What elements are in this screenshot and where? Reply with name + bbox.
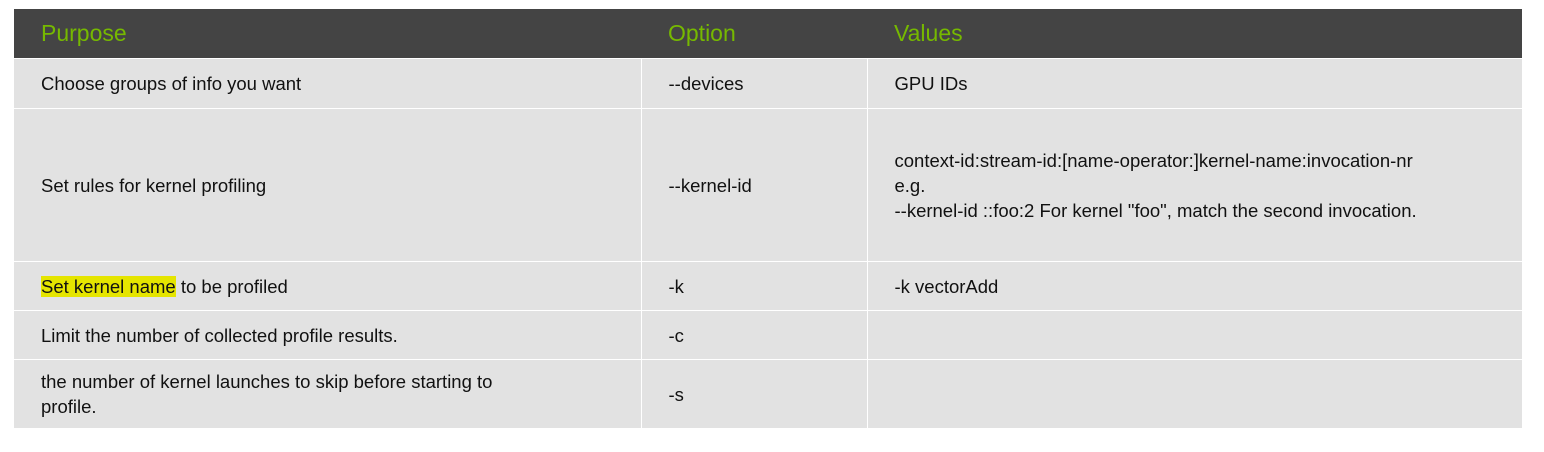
header-purpose: Purpose: [14, 9, 641, 59]
value-cell: [866, 359, 1522, 428]
option-cell: --devices: [640, 58, 867, 109]
option-cell: --kernel-id: [640, 108, 867, 262]
highlighted-text: Set kernel name: [41, 275, 176, 297]
table-row: Set rules for kernel profiling --kernel-…: [14, 108, 1522, 262]
table-row: Set kernel name to be profiled -k -k vec…: [14, 261, 1522, 311]
purpose-line: the number of kernel launches to skip be…: [41, 371, 493, 392]
table-row: the number of kernel launches to skip be…: [14, 359, 1522, 428]
option-cell: -k: [640, 261, 867, 311]
table-body: Choose groups of info you want --devices…: [14, 58, 1522, 428]
option-cell: -c: [640, 310, 867, 360]
value-cell: GPU IDs: [866, 58, 1522, 109]
options-table: Purpose Option Values Choose groups of i…: [14, 9, 1522, 428]
value-line: e.g.: [894, 174, 926, 196]
table-header: Purpose Option Values: [14, 9, 1522, 59]
purpose-cell: Set kernel name to be profiled: [14, 261, 641, 311]
value-cell: -k vectorAdd: [866, 261, 1522, 311]
value-line: --kernel-id ::foo:2 For kernel "foo", ma…: [894, 199, 1417, 221]
option-cell: -s: [640, 359, 867, 428]
purpose-rest-text: to be profiled: [175, 275, 288, 297]
purpose-cell: Limit the number of collected profile re…: [14, 310, 641, 360]
header-values: Values: [867, 9, 1522, 59]
header-row: Purpose Option Values: [14, 9, 1522, 59]
purpose-cell: Choose groups of info you want: [14, 58, 641, 109]
table-row: Limit the number of collected profile re…: [14, 310, 1522, 360]
purpose-cell: Set rules for kernel profiling: [14, 108, 641, 262]
value-cell: [866, 310, 1522, 360]
header-option: Option: [641, 9, 867, 59]
value-line: context-id:stream-id:[name-operator:]ker…: [894, 149, 1413, 171]
value-cell: context-id:stream-id:[name-operator:]ker…: [866, 108, 1522, 262]
purpose-line: profile.: [41, 396, 97, 417]
table-row: Choose groups of info you want --devices…: [14, 58, 1522, 109]
purpose-cell: the number of kernel launches to skip be…: [14, 359, 641, 428]
